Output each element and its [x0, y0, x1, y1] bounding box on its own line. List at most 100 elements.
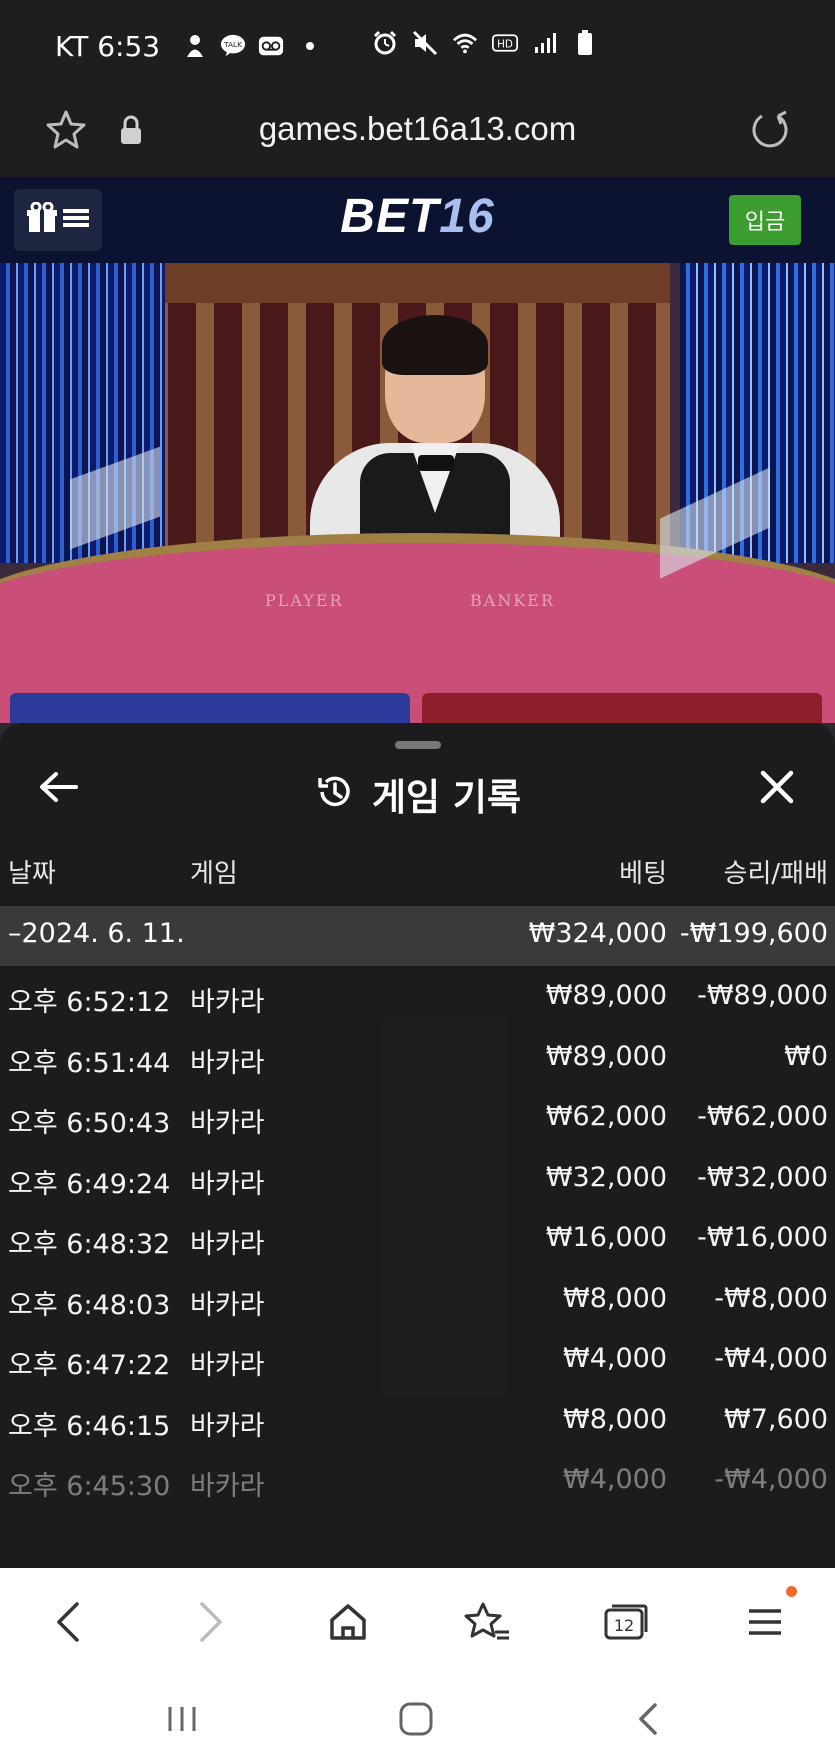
row-bet: ₩32,000	[545, 1161, 667, 1193]
column-result: 승리/패배	[723, 859, 828, 889]
kakaotalk-icon: TALK	[220, 33, 246, 59]
column-bet: 베팅	[619, 859, 667, 889]
signal-icon	[532, 30, 558, 56]
browser-toolbar: 12	[0, 1568, 835, 1673]
column-game: 게임	[190, 859, 238, 889]
notification-dot-icon	[306, 42, 315, 50]
table-row[interactable]: 오후 6:46:15 바카라 ₩8,000 ₩7,600	[0, 1390, 835, 1451]
history-table-header: 날짜 게임 베팅 승리/패배	[0, 853, 835, 895]
table-row[interactable]: 오후 6:50:43 바카라 ₩62,000 -₩62,000	[0, 1087, 835, 1148]
sheet-title: 게임 기록	[371, 776, 522, 819]
row-game: 바카라	[190, 1229, 265, 1260]
table-row[interactable]: 오후 6:45:30 바카라 ₩4,000 -₩4,000	[0, 1450, 835, 1511]
row-result: -₩32,000	[697, 1161, 828, 1193]
battery-icon	[572, 30, 598, 56]
player-panel	[10, 693, 410, 723]
tab-count: 12	[614, 1616, 634, 1635]
deposit-button[interactable]: 입금	[729, 195, 801, 245]
sheet-drag-handle[interactable]	[395, 741, 441, 749]
row-result: ₩0	[784, 1040, 828, 1072]
site-header: BET16 입금	[0, 177, 835, 263]
row-result: -₩16,000	[697, 1222, 828, 1253]
close-icon[interactable]	[755, 765, 799, 809]
row-time: 오후 6:48:03	[8, 1289, 171, 1321]
url-bar: games.bet16a13.com	[0, 92, 835, 177]
system-home-icon[interactable]	[394, 1697, 438, 1741]
row-bet: ₩89,000	[545, 1040, 667, 1072]
row-bet: ₩8,000	[563, 1403, 667, 1435]
system-back-icon[interactable]	[626, 1697, 670, 1741]
url-text[interactable]: games.bet16a13.com	[0, 110, 835, 148]
row-result: -₩62,000	[697, 1101, 828, 1132]
row-bet: ₩4,000	[563, 1464, 667, 1495]
group-bet-total: ₩324,000	[528, 918, 667, 949]
mute-icon	[412, 30, 438, 56]
voicemail-icon	[258, 33, 284, 59]
banker-panel	[422, 693, 822, 723]
table-row[interactable]: 오후 6:47:22 바카라 ₩4,000 -₩4,000	[0, 1329, 835, 1390]
row-game: 바카라	[190, 1047, 265, 1079]
date-group-row[interactable]: –2024. 6. 11. ₩324,000 -₩199,600	[0, 906, 835, 966]
row-game: 바카라	[190, 987, 265, 1018]
hd-icon: HD	[492, 30, 518, 56]
row-game: 바카라	[190, 1108, 265, 1139]
table-player-label: PLAYER	[265, 591, 344, 610]
system-navigation-bar	[0, 1673, 835, 1763]
row-game: 바카라	[190, 1350, 265, 1381]
site-logo[interactable]: BET16	[0, 189, 835, 244]
row-result: -₩8,000	[714, 1282, 828, 1314]
row-bet: ₩62,000	[545, 1101, 667, 1132]
history-rows: 오후 6:52:12 바카라 ₩89,000 -₩89,000 오후 6:51:…	[0, 966, 835, 1511]
forward-icon[interactable]	[186, 1598, 234, 1646]
row-game: 바카라	[190, 1289, 265, 1321]
column-date: 날짜	[8, 859, 56, 889]
menu-notification-dot	[786, 1586, 797, 1597]
sheet-header: 게임 기록	[0, 767, 835, 821]
row-time: 오후 6:46:15	[8, 1410, 171, 1442]
row-result: ₩7,600	[724, 1403, 828, 1435]
menu-icon[interactable]	[741, 1598, 789, 1646]
row-time: 오후 6:50:43	[8, 1108, 171, 1139]
carrier-time: KT 6:53	[55, 29, 161, 63]
row-bet: ₩89,000	[545, 980, 667, 1011]
row-time: 오후 6:52:12	[8, 987, 171, 1018]
alarm-icon	[372, 30, 398, 56]
bookmarks-icon[interactable]	[463, 1598, 511, 1646]
table-row[interactable]: 오후 6:48:03 바카라 ₩8,000 -₩8,000	[0, 1269, 835, 1330]
row-game: 바카라	[190, 1471, 265, 1502]
row-result: -₩4,000	[714, 1464, 828, 1495]
row-time: 오후 6:45:30	[8, 1471, 171, 1502]
row-bet: ₩8,000	[563, 1282, 667, 1314]
logo-num: 16	[439, 190, 495, 243]
row-time: 오후 6:51:44	[8, 1047, 171, 1079]
person-icon	[182, 33, 208, 59]
game-history-sheet: 게임 기록 날짜 게임 베팅 승리/패배 –2024. 6. 11. ₩324,…	[0, 723, 835, 1568]
table-row[interactable]: 오후 6:48:32 바카라 ₩16,000 -₩16,000	[0, 1208, 835, 1269]
row-bet: ₩16,000	[545, 1222, 667, 1253]
group-result-total: -₩199,600	[679, 918, 828, 949]
recents-icon[interactable]	[160, 1697, 204, 1741]
row-game: 바카라	[190, 1168, 265, 1200]
wifi-icon	[452, 30, 478, 56]
talk-label: TALK	[223, 40, 243, 49]
table-row[interactable]: 오후 6:51:44 바카라 ₩89,000 ₩0	[0, 1027, 835, 1088]
live-dealer-video: PLAYER BANKER	[0, 263, 835, 723]
row-result: -₩89,000	[697, 980, 828, 1011]
group-date: –2024. 6. 11.	[8, 918, 185, 949]
table-row[interactable]: 오후 6:52:12 바카라 ₩89,000 -₩89,000	[0, 966, 835, 1027]
row-result: -₩4,000	[714, 1343, 828, 1374]
row-game: 바카라	[190, 1410, 265, 1442]
table-row[interactable]: 오후 6:49:24 바카라 ₩32,000 -₩32,000	[0, 1148, 835, 1209]
logo-bet: BET	[340, 190, 440, 243]
home-icon[interactable]	[324, 1598, 372, 1646]
reload-icon[interactable]	[748, 108, 792, 152]
table-banker-label: BANKER	[470, 591, 555, 610]
studio-wall-top	[150, 263, 670, 303]
row-time: 오후 6:47:22	[8, 1350, 171, 1381]
status-bar: KT 6:53 TALK HD	[0, 0, 835, 92]
row-time: 오후 6:49:24	[8, 1168, 171, 1200]
back-icon[interactable]	[45, 1598, 93, 1646]
hd-label: HD	[497, 38, 513, 50]
row-time: 오후 6:48:32	[8, 1229, 171, 1260]
tabs-icon[interactable]: 12	[602, 1598, 650, 1646]
